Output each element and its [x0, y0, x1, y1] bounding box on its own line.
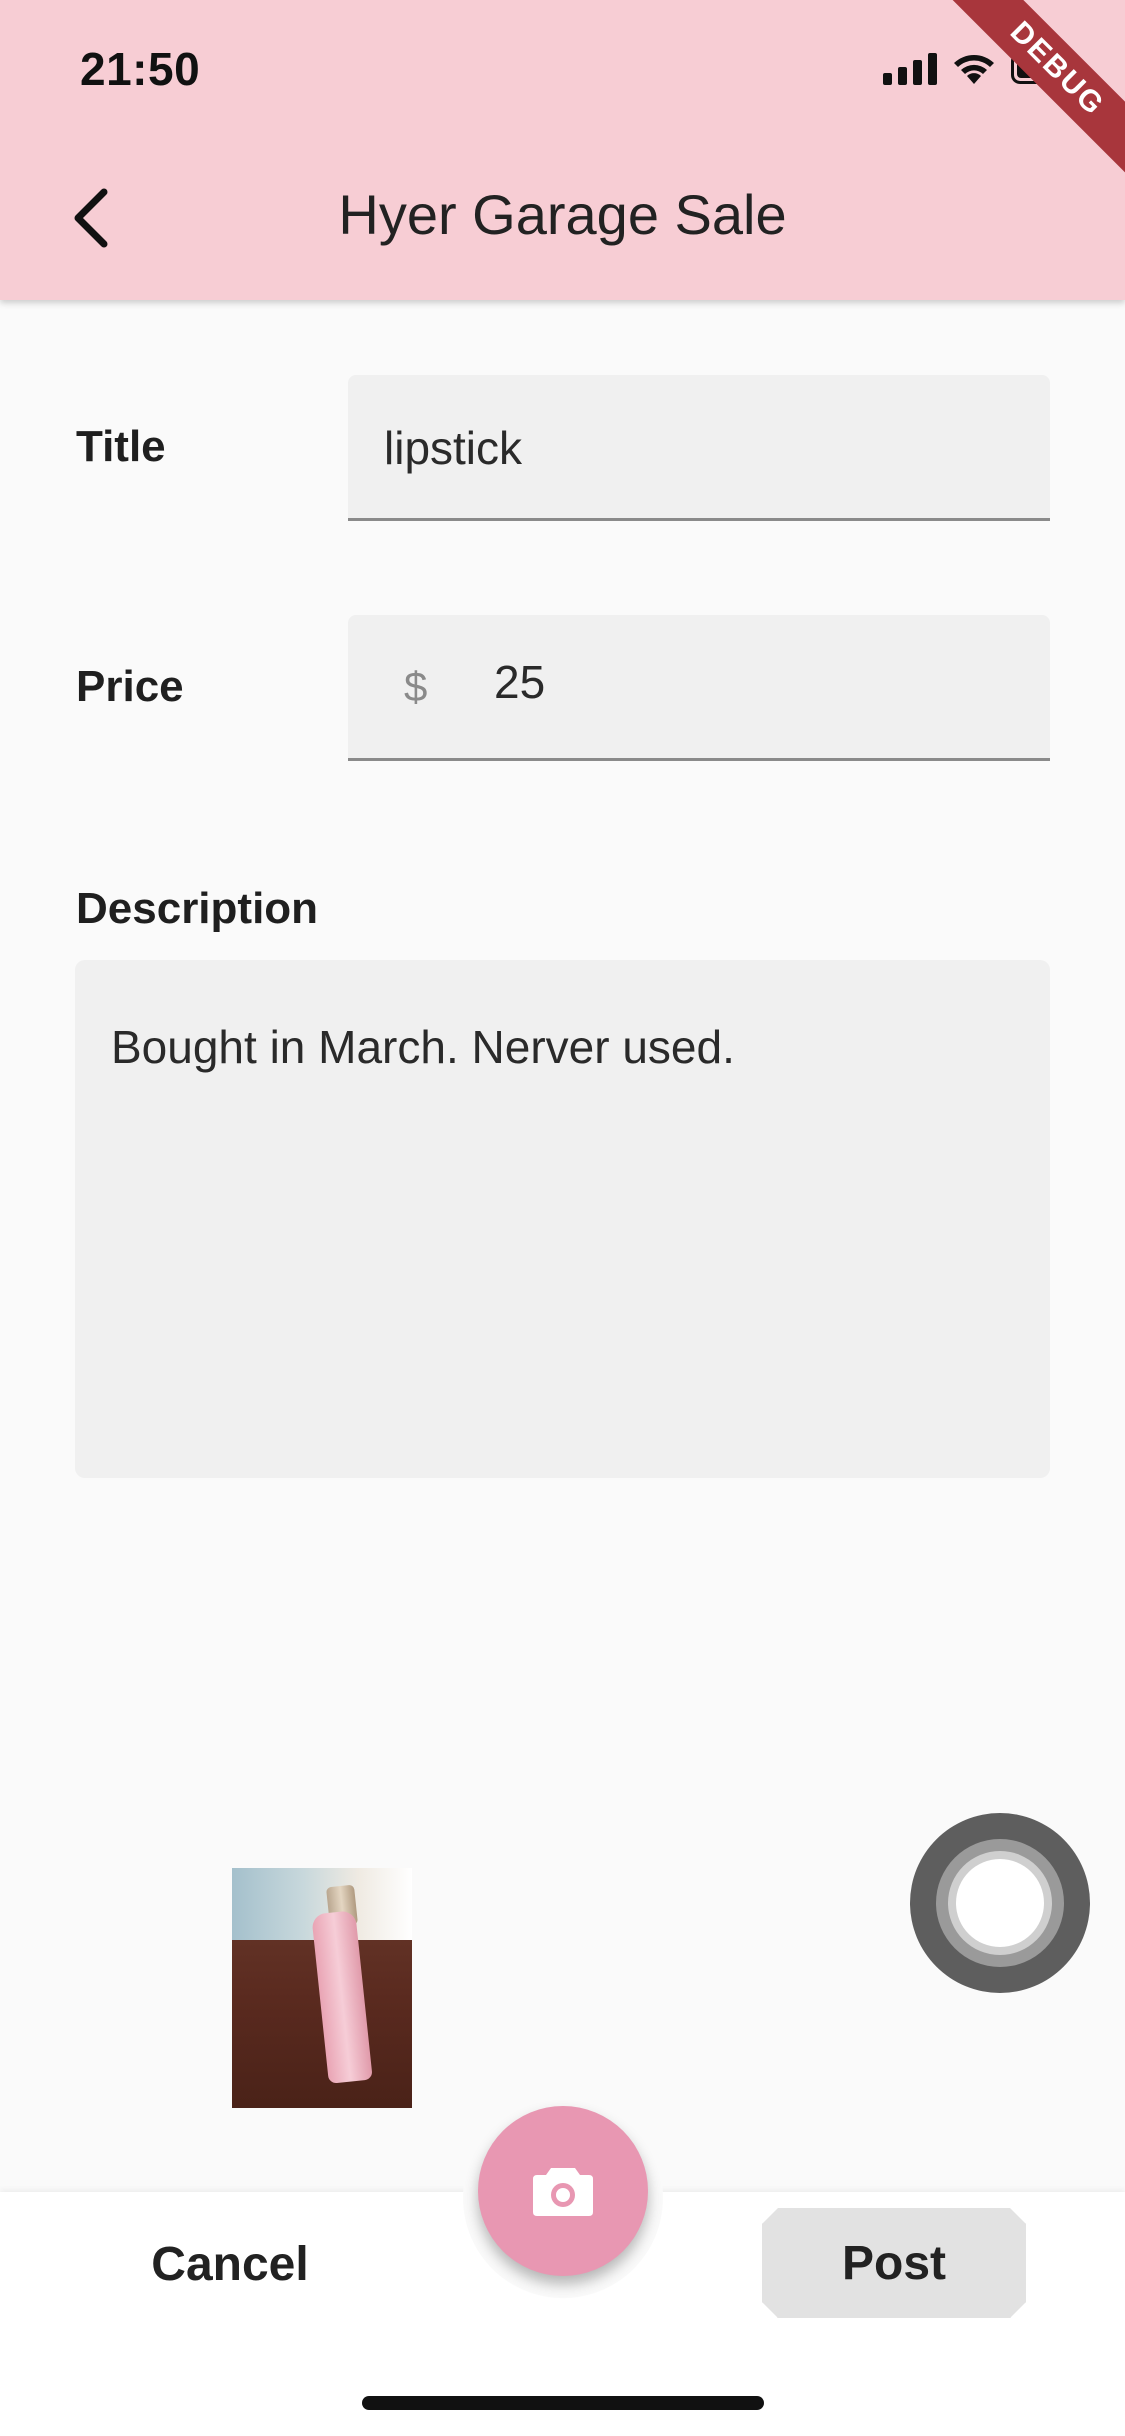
status-time: 21:50	[80, 43, 201, 95]
home-indicator	[362, 2396, 764, 2410]
price-input[interactable]: $ 25	[348, 615, 1050, 761]
app-bar: 21:50 DEBUG Hyer Garage Sale	[0, 0, 1125, 300]
description-label: Description	[76, 884, 319, 933]
title-label: Title	[76, 422, 166, 471]
assistive-touch-button[interactable]	[910, 1813, 1090, 1993]
cancel-button[interactable]: Cancel	[110, 2224, 350, 2304]
price-input-value: 25	[494, 656, 546, 708]
price-label: Price	[76, 662, 184, 711]
description-input[interactable]: Bought in March. Nerver used.	[75, 960, 1050, 1478]
photo-thumbnail[interactable]	[232, 1868, 412, 2108]
title-input[interactable]: lipstick	[348, 375, 1050, 521]
post-button[interactable]: Post	[762, 2208, 1026, 2318]
currency-prefix: $	[404, 663, 428, 710]
debug-banner: DEBUG	[933, 0, 1125, 193]
title-input-value: lipstick	[384, 422, 523, 474]
signal-icon	[883, 51, 937, 85]
description-input-value: Bought in March. Nerver used.	[111, 1021, 735, 1073]
wifi-icon	[954, 55, 994, 84]
camera-icon	[533, 2168, 593, 2216]
page-title: Hyer Garage Sale	[338, 183, 787, 246]
camera-button[interactable]	[478, 2106, 648, 2276]
